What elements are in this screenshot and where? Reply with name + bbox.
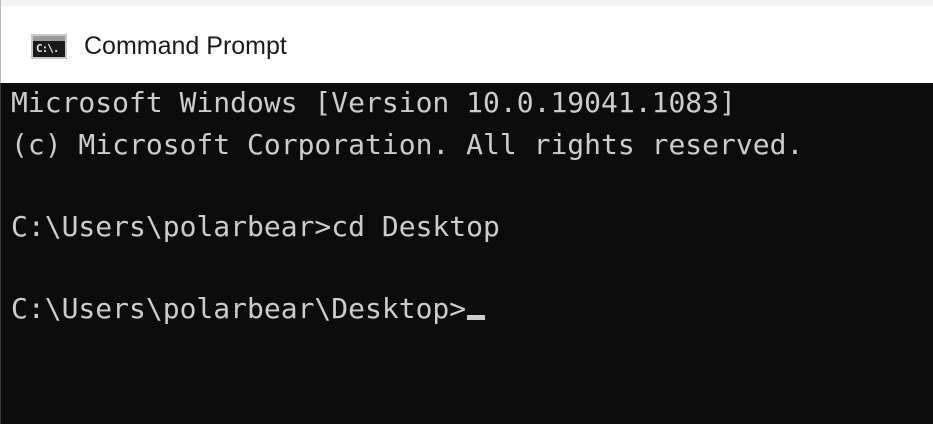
console-line-cd-command: C:\Users\polarbear>cd Desktop [11,210,500,243]
cmd-app-icon-glyph: C:\. [36,42,59,55]
cmd-app-icon[interactable]: C:\. [31,34,67,59]
window-title: Command Prompt [84,32,287,60]
command-prompt-window: C:\. Command Prompt Microsoft Windows [V… [0,0,933,424]
console-prompt-line[interactable]: C:\Users\polarbear\Desktop> [11,291,486,327]
title-bar-top-strip [1,0,933,6]
text-cursor [467,315,486,320]
console-line-copyright: (c) Microsoft Corporation. All rights re… [11,128,804,161]
console-output-area[interactable]: Microsoft Windows [Version 10.0.19041.10… [0,83,933,424]
console-prompt-text: C:\Users\polarbear\Desktop> [11,292,467,325]
console-line-version: Microsoft Windows [Version 10.0.19041.10… [11,86,736,119]
cmd-app-icon-bar [33,36,65,41]
title-bar[interactable]: C:\. Command Prompt [0,0,933,83]
